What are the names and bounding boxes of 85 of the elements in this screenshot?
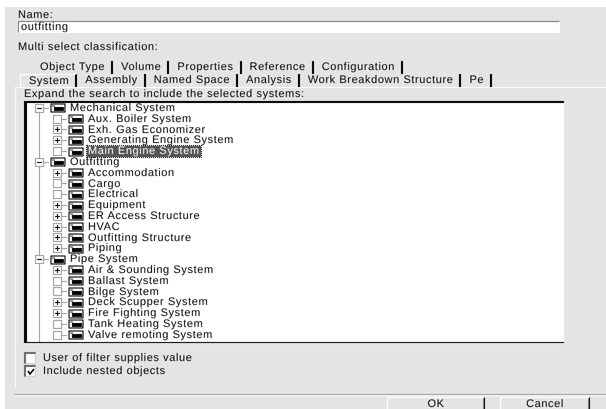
tab[interactable]: Reference (242, 61, 314, 74)
expand-icon[interactable] (53, 266, 62, 275)
tree-item[interactable]: Deck Scupper System (87, 297, 210, 308)
checkbox-label: User of filter supplies value (43, 352, 192, 364)
expand-icon[interactable] (53, 233, 62, 242)
tab[interactable]: Volume (113, 61, 170, 74)
checkbox-label: Include nested objects (43, 364, 166, 376)
expand-icon[interactable] (53, 298, 62, 308)
machine-icon (68, 222, 84, 232)
ok-button[interactable]: OK (387, 397, 485, 409)
tree-item[interactable]: Air & Sounding System (87, 264, 215, 276)
machine-icon (68, 178, 84, 189)
collapse-icon[interactable] (35, 158, 44, 167)
tree-node-box[interactable] (53, 330, 62, 340)
cancel-button[interactable]: Cancel (500, 397, 590, 409)
tree-item[interactable]: Valve remoting System (87, 330, 214, 341)
expand-icon[interactable] (53, 136, 62, 146)
expand-icon[interactable] (53, 309, 62, 318)
machine-icon (68, 200, 84, 211)
collapse-icon[interactable] (35, 104, 44, 113)
expand-icon[interactable] (53, 125, 62, 134)
machine-icon (50, 254, 66, 265)
tab[interactable]: Pe (461, 74, 492, 87)
machine-icon (68, 124, 84, 135)
checkbox[interactable] (24, 364, 36, 376)
tree-node-box[interactable] (53, 190, 62, 200)
machine-icon (68, 265, 84, 276)
tab[interactable]: Analysis (238, 74, 300, 87)
machine-icon (68, 190, 84, 200)
tree-item[interactable]: Generating Engine System (87, 135, 235, 146)
tree-node-box[interactable] (53, 276, 62, 286)
expand-icon[interactable] (53, 244, 62, 254)
machine-icon (68, 319, 84, 330)
machine-icon (68, 286, 84, 297)
tab[interactable]: Named Space (146, 74, 238, 87)
machine-icon (68, 114, 84, 124)
machine-icon (68, 276, 84, 286)
machine-icon (68, 168, 84, 178)
tree-item[interactable]: Fire Fighting System (87, 308, 202, 319)
tab[interactable]: Work Breakdown Structure (300, 74, 462, 87)
tree-item[interactable]: Main Engine System (87, 146, 201, 157)
tree-item[interactable]: Ballast System (87, 276, 170, 287)
machine-icon (68, 330, 84, 340)
machine-icon (50, 157, 66, 168)
expand-icon[interactable] (53, 222, 62, 232)
tree-item[interactable]: Electrical (87, 189, 140, 200)
tree-item[interactable]: Outfitting Structure (87, 232, 193, 244)
machine-icon (68, 244, 84, 254)
tree-item[interactable]: Accommodation (87, 168, 176, 179)
collapse-icon[interactable] (35, 255, 44, 264)
machine-icon (68, 211, 84, 222)
machine-icon (68, 146, 84, 157)
tab[interactable]: Assembly (77, 74, 146, 87)
machine-icon (68, 136, 84, 146)
tree-item[interactable]: Outfitting (69, 156, 122, 168)
tree-node-box[interactable] (53, 179, 62, 188)
name-field[interactable]: outfitting (18, 21, 560, 33)
machine-icon (68, 298, 84, 308)
expand-icon[interactable] (53, 201, 62, 210)
tree-caption: Expand the search to include the selected systems: (24, 88, 306, 101)
checkbox[interactable] (24, 352, 36, 364)
tree-item[interactable]: Aux. Boiler System (87, 114, 193, 125)
expand-icon[interactable] (53, 168, 62, 178)
tree-node-box[interactable] (53, 147, 62, 156)
tree-item[interactable]: ER Access Structure (87, 210, 202, 222)
name-label: Name: (18, 9, 54, 21)
tree-item[interactable]: Piping (87, 243, 124, 254)
classification-label: Multi select classification: (18, 41, 160, 53)
machine-icon (68, 232, 84, 243)
tree-node-box[interactable] (53, 114, 62, 124)
tab[interactable]: Properties (169, 61, 242, 74)
tree-item[interactable]: Bilge System (87, 286, 160, 298)
tree-item[interactable]: Equipment (87, 200, 147, 211)
tree-item[interactable]: HVAC (87, 222, 122, 233)
tree-item[interactable]: Mechanical System (69, 103, 177, 114)
expand-icon[interactable] (53, 212, 62, 221)
tree-item[interactable]: Exh. Gas Economizer (87, 124, 207, 136)
machine-icon (68, 308, 84, 319)
tree-item[interactable]: Cargo (87, 178, 122, 190)
tree-item[interactable]: Pipe System (69, 254, 140, 265)
tab[interactable]: Configuration (314, 61, 403, 74)
tab[interactable]: System (20, 74, 78, 87)
tree-item[interactable]: Tank Heating System (87, 318, 204, 330)
tree-node-box[interactable] (53, 320, 62, 329)
tree-node-box[interactable] (53, 287, 62, 296)
